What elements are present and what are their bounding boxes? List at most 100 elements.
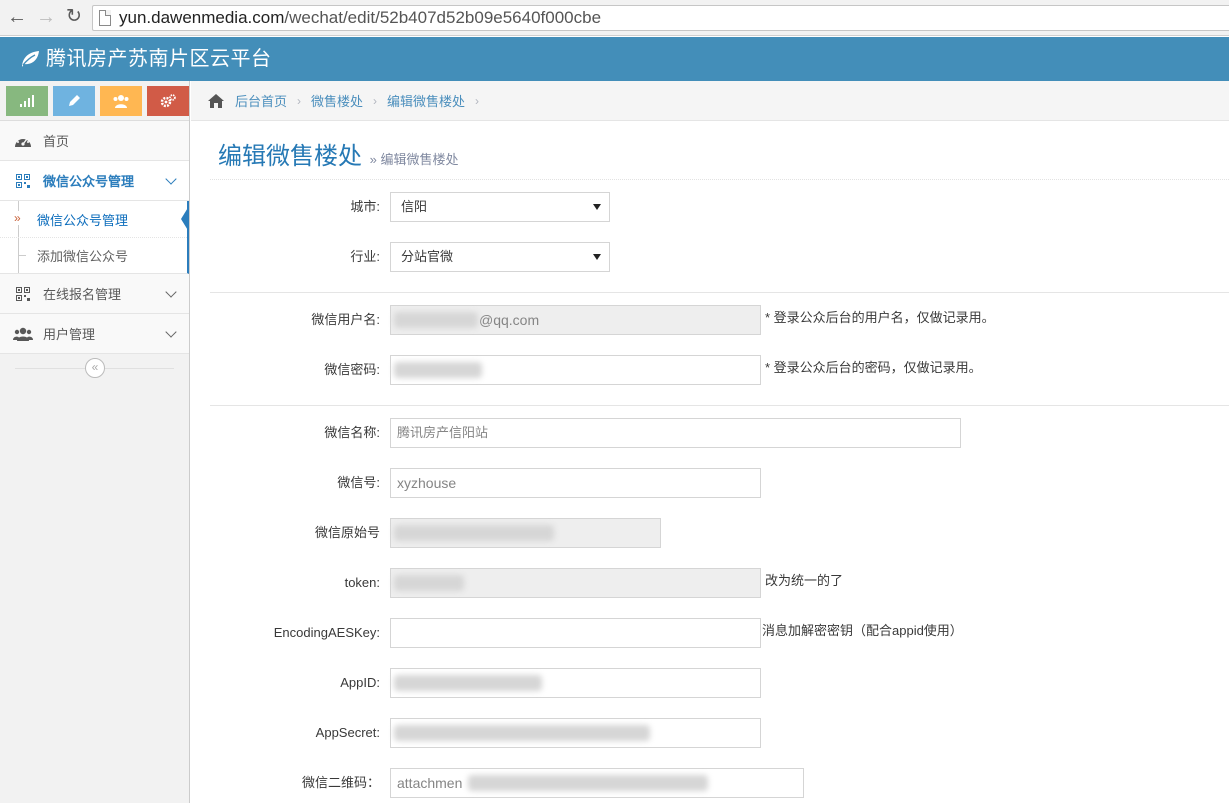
city-select-value: 信阳 <box>401 199 428 214</box>
chevron-down-icon <box>165 286 177 298</box>
password-label: 微信密码: <box>324 362 380 377</box>
shortcut-pencil-button[interactable] <box>53 86 95 116</box>
sidebar-item-signup-manage[interactable]: 在线报名管理 <box>0 274 189 314</box>
origin-id-label: 微信原始号 <box>314 525 380 540</box>
form-divider <box>210 405 1229 406</box>
chevron-right-icon: › <box>475 93 480 108</box>
page-title: 编辑微售楼处 <box>218 143 362 170</box>
arrow-left-icon[interactable]: ← <box>5 5 29 29</box>
reload-icon[interactable]: ↻ <box>62 5 86 29</box>
wechat-id-value: xyzhouse <box>397 475 457 491</box>
wechat-name-value: 腾讯房产信阳站 <box>397 425 489 440</box>
caret-down-icon <box>593 254 601 260</box>
form-row-appid: AppID: <box>210 668 1229 698</box>
page-header: 编辑微售楼处 » 编辑微售楼处 <box>210 121 1229 180</box>
wechat-name-input[interactable]: 腾讯房产信阳站 <box>390 418 961 448</box>
signal-icon <box>20 95 34 107</box>
chevron-down-icon <box>165 326 177 338</box>
sidebar-item-label: 首页 <box>43 134 70 149</box>
redacted-blur <box>394 575 464 591</box>
caret-down-icon <box>593 204 601 210</box>
sidebar-subitem-wechat-manage[interactable]: » 微信公众号管理 <box>0 201 189 237</box>
tree-tick <box>18 255 26 256</box>
chevron-right-icon: › <box>373 93 378 108</box>
redacted-blur <box>394 675 542 691</box>
username-label: 微信用户名: <box>311 312 380 327</box>
appsecret-label: AppSecret: <box>315 725 380 740</box>
form-row-city: 城市: 信阳 <box>210 192 1229 222</box>
breadcrumb: 后台首页 › 微售楼处 › 编辑微售楼处 › <box>191 81 1229 121</box>
breadcrumb-sales-office[interactable]: 微售楼处 <box>311 91 363 110</box>
page-subtitle: » 编辑微售楼处 <box>369 152 459 167</box>
form-row-appsecret: AppSecret: <box>210 718 1229 748</box>
cogs-icon <box>160 94 176 108</box>
app-title[interactable]: 腾讯房产苏南片区云平台 <box>46 46 272 72</box>
form-divider <box>210 292 1229 293</box>
form-row-qrcode: 微信二维码： attachmen <box>210 768 1229 798</box>
shortcut-cogs-button[interactable] <box>147 86 189 116</box>
sidebar-shortcuts <box>0 81 189 121</box>
form-row-wechat-id: 微信号: xyzhouse <box>210 468 1229 498</box>
url-text: yun.dawenmedia.com/wechat/edit/52b407d52… <box>119 8 602 27</box>
form-row-password: 微信密码: * 登录公众后台的密码，仅做记录用。 <box>210 355 1229 385</box>
wechat-id-label: 微信号: <box>337 475 380 490</box>
home-icon <box>208 93 224 108</box>
aeskey-input[interactable] <box>390 618 761 648</box>
aeskey-label: EncodingAESKey: <box>273 625 380 640</box>
username-input-value: @qq.com <box>479 312 540 328</box>
arrow-right-icon[interactable]: → <box>34 5 58 29</box>
address-bar[interactable]: yun.dawenmedia.com/wechat/edit/52b407d52… <box>92 5 1229 31</box>
sidebar-item-label: 用户管理 <box>43 327 96 342</box>
sidebar-subitem-label: 微信公众号管理 <box>37 212 129 228</box>
form-row-industry: 行业: 分站官微 <box>210 242 1229 272</box>
shortcut-users-button[interactable] <box>100 86 142 116</box>
qrcode-icon <box>13 286 33 301</box>
sidebar-subitem-add-wechat[interactable]: 添加微信公众号 <box>0 237 187 273</box>
industry-select[interactable]: 分站官微 <box>390 242 610 272</box>
redacted-blur <box>394 362 482 378</box>
chevron-down-icon <box>165 173 177 185</box>
token-hint: 改为统一的了 <box>765 573 844 588</box>
sidebar-item-wechat-manage[interactable]: 微信公众号管理 <box>0 161 189 201</box>
wechat-id-input[interactable]: xyzhouse <box>390 468 761 498</box>
redacted-blur <box>394 725 650 741</box>
redacted-blur <box>468 775 708 791</box>
double-chevron-right-icon: » <box>14 211 21 225</box>
page-icon <box>99 10 111 26</box>
shortcut-signal-button[interactable] <box>6 86 48 116</box>
users-icon <box>113 95 129 108</box>
city-select[interactable]: 信阳 <box>390 192 610 222</box>
users-icon <box>13 327 33 341</box>
industry-label: 行业: <box>350 249 380 264</box>
sidebar-collapse: « <box>0 354 189 382</box>
password-hint: * 登录公众后台的密码，仅做记录用。 <box>765 360 982 375</box>
double-angle-left-icon[interactable]: « <box>85 358 105 378</box>
redacted-blur <box>394 525 554 541</box>
qrcode-icon <box>13 173 33 188</box>
industry-select-value: 分站官微 <box>401 249 454 264</box>
app-header: 腾讯房产苏南片区云平台 <box>0 37 1229 81</box>
leaf-icon <box>22 51 39 67</box>
sidebar-subitem-label: 添加微信公众号 <box>37 249 129 264</box>
sidebar: 首页 微信公众号管理 » 微信公众号管理 添加微信公众号 在线报名管理 用户管理 <box>0 81 190 803</box>
sidebar-item-label: 微信公众号管理 <box>43 174 135 189</box>
sidebar-item-home[interactable]: 首页 <box>0 121 189 161</box>
breadcrumb-home[interactable]: 后台首页 <box>235 91 287 110</box>
browser-toolbar: ← → ↻ yun.dawenmedia.com/wechat/edit/52b… <box>0 0 1229 36</box>
pencil-icon <box>69 95 80 106</box>
wechat-submenu: » 微信公众号管理 添加微信公众号 <box>0 201 189 274</box>
active-pointer-icon <box>181 206 189 232</box>
wechat-name-label: 微信名称: <box>324 425 380 440</box>
form-row-wechat-name: 微信名称: 腾讯房产信阳站 <box>210 418 1229 448</box>
chevron-right-icon: › <box>297 93 302 108</box>
sidebar-item-user-manage[interactable]: 用户管理 <box>0 314 189 354</box>
dashboard-icon <box>13 134 33 148</box>
token-label: token: <box>344 575 380 590</box>
redacted-blur <box>394 312 478 328</box>
aeskey-hint: 消息加解密密钥（配合appid使用） <box>762 623 963 638</box>
qrcode-label: 微信二维码： <box>301 775 380 790</box>
appid-label: AppID: <box>340 675 380 690</box>
form-row-token: token: 改为统一的了 <box>210 568 1229 598</box>
city-label: 城市: <box>350 199 380 214</box>
breadcrumb-edit-sales-office[interactable]: 编辑微售楼处 <box>387 91 465 110</box>
